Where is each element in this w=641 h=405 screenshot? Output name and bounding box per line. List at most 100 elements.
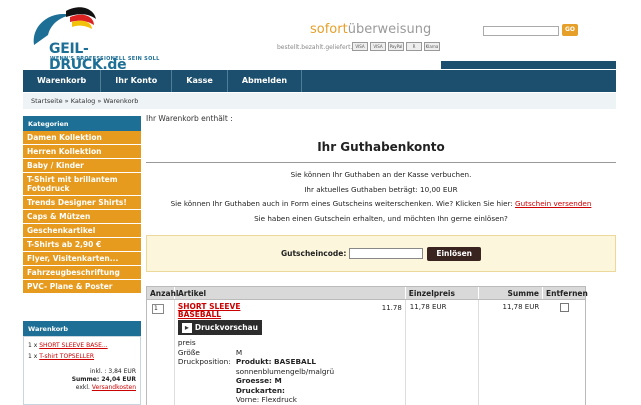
sidebar-item-flyer[interactable]: Flyer, Visitenkarten... — [23, 252, 141, 266]
sidebar-item-fotodruck[interactable]: T-Shirt mit brillantem Fotodruck — [23, 173, 141, 196]
qty-cell: 1 — [147, 300, 175, 405]
attribute-key — [178, 367, 236, 377]
sidebar-item-fahrzeug[interactable]: Fahrzeugbeschriftung — [23, 266, 141, 280]
breadcrumb[interactable]: Startseite » Katalog » Warenkorb — [23, 93, 616, 109]
main-content: Ihr Warenkorb enthält : Ihr Guthabenkont… — [146, 114, 616, 405]
col-artikel: Artikel — [175, 287, 406, 299]
preview-icon: ▸ — [181, 322, 192, 333]
cart-intro: Ihr Warenkorb enthält : — [146, 114, 233, 123]
cart-box: 1 x SHORT SLEEVE BASE... 1 x T-shirt TOP… — [23, 336, 141, 405]
payment-badges: VISA VISA PayPal R Klarna — [352, 42, 440, 51]
sidebar-item-geschenk[interactable]: Geschenkartikel — [23, 224, 141, 238]
inline-price: 11.78 — [381, 304, 402, 312]
voucher-form: Gutscheincode: Einlösen — [146, 235, 616, 272]
header: GEIL-DRUCK.de WENN'S PROFESSIONELL SEIN … — [0, 0, 641, 73]
sidebar-item-herren[interactable]: Herren Kollektion — [23, 145, 141, 159]
attribute-value: Produkt: BASEBALL — [235, 357, 317, 366]
quantity-input[interactable]: 1 — [152, 304, 164, 314]
nav-item-warenkorb[interactable]: Warenkorb — [23, 70, 102, 92]
attribute-value: sonnenblumengelb/malgrü — [235, 366, 335, 376]
credit-info: Sie können Ihr Guthaben an der Kasse ver… — [146, 168, 616, 226]
sidebar-item-damen[interactable]: Damen Kollektion — [23, 131, 141, 145]
sofort-tagline: bestellt.bezahlt.geliefert. — [277, 44, 353, 51]
attribute-value: Druckarten: — [235, 385, 285, 395]
attribute-value: M — [235, 347, 243, 357]
sidebar-heading: Kategorien — [23, 116, 141, 131]
voucher-label: Gutscheincode: — [280, 249, 347, 258]
cart-sum: Summe: 24,04 EUR — [71, 376, 136, 383]
col-summe: Summe — [479, 287, 543, 299]
attribute-row: sonnenblumengelb/malgrü — [178, 367, 402, 377]
voucher-code-input[interactable] — [349, 248, 424, 259]
sidebar-item-tshirts[interactable]: T-Shirts ab 2,90 € — [23, 238, 141, 252]
sidebar-item-pvc[interactable]: PVC- Plane & Poster — [23, 280, 141, 294]
attribute-value: Vorne: Flexdruck — [235, 395, 297, 404]
sofort-logo: sofortüberweisung — [310, 22, 431, 37]
article-cell: SHORT SLEEVE BASEBALL 11.78 ▸ Druckvorsc… — [175, 300, 406, 405]
attribute-row: preis — [178, 338, 402, 348]
nav-item-kasse[interactable]: Kasse — [172, 70, 228, 92]
attribute-key — [178, 395, 236, 405]
col-einzelpreis: Einzelpreis — [406, 287, 480, 299]
attribute-row: Druckposition: Produkt: BASEBALL — [178, 357, 402, 367]
col-anzahl: Anzahl — [147, 287, 178, 299]
category-sidebar: Kategorien Damen Kollektion Herren Kolle… — [23, 116, 141, 294]
attribute-row: Groesse: M — [178, 376, 402, 386]
send-voucher-link[interactable]: Gutschein versenden — [515, 199, 591, 208]
cart-line-qty: 1 x — [28, 353, 38, 360]
sofort-logo-part: überweisung — [347, 22, 432, 37]
site-logo[interactable]: GEIL-DRUCK.de WENN'S PROFESSIONELL SEIN … — [26, 5, 161, 73]
table-header: Anzahl Artikel Einzelpreis Summe Entfern… — [147, 287, 588, 300]
attribute-row: Druckarten: — [178, 386, 402, 396]
attribute-key: Größe — [177, 347, 200, 357]
sidebar-item-trends[interactable]: Trends Designer Shirts! — [23, 196, 141, 210]
cart-incl: inkl. : 3,84 EUR — [90, 368, 136, 375]
payment-badge: VISA — [352, 42, 368, 51]
header-accent-band — [441, 61, 616, 69]
payment-badge: PayPal — [388, 42, 404, 51]
remove-checkbox[interactable] — [559, 303, 569, 312]
attribute-row: Vorne: Flexdruck — [178, 395, 402, 405]
attribute-key — [178, 376, 236, 386]
nav-item-abmelden[interactable]: Abmelden — [228, 70, 303, 92]
unit-price-cell: 11,78 EUR — [406, 300, 480, 405]
payment-badge: VISA — [370, 42, 386, 51]
gift-text: Sie können Ihr Guthaben auch in Form ein… — [170, 199, 513, 208]
nav-item-konto[interactable]: Ihr Konto — [101, 70, 173, 92]
shipping-cost-link[interactable]: Versandkosten — [92, 384, 136, 391]
col-entfernen: Entfernen — [545, 289, 588, 298]
sidebar-item-caps[interactable]: Caps & Mützen — [23, 210, 141, 224]
cart-excl: exkl. Versandkosten — [28, 384, 136, 392]
attribute-value: Groesse: M — [235, 376, 282, 385]
credit-line: Sie können Ihr Guthaben auch in Form ein… — [146, 197, 616, 212]
attribute-key: preis — [177, 338, 196, 347]
attribute-key: Druckposition: — [177, 357, 231, 366]
credit-line: Sie haben einen Gutschein erhalten, und … — [254, 213, 508, 223]
attribute-key — [178, 386, 236, 396]
sidebar-item-baby[interactable]: Baby / Kinder — [23, 159, 141, 173]
remove-cell — [543, 300, 585, 405]
cart-line: 1 x SHORT SLEEVE BASE... — [28, 342, 136, 349]
search-go-button[interactable]: GO — [562, 24, 578, 36]
attribute-row: Größe M — [178, 348, 402, 358]
product-link[interactable]: SHORT SLEEVE BASEBALL — [178, 303, 402, 319]
main-nav: Warenkorb Ihr Konto Kasse Abmelden — [23, 70, 616, 92]
cart-line-link[interactable]: SHORT SLEEVE BASE... — [39, 342, 107, 349]
sum-cell: 11,78 EUR — [502, 303, 540, 311]
page-title: Ihr Guthabenkonto — [146, 140, 616, 163]
cart-line-qty: 1 x — [28, 342, 38, 349]
search-input[interactable] — [483, 26, 559, 36]
cart-line: 1 x T-shirt TOPSELLER — [28, 353, 136, 360]
credit-line: Sie können Ihr Guthaben an der Kasse ver… — [290, 170, 472, 179]
cart-excl-prefix: exkl. — [75, 384, 90, 391]
sofort-logo-part: sofort — [310, 22, 348, 37]
cart-line-link[interactable]: T-shirt TOPSELLER — [39, 353, 94, 360]
logo-slogan: WENN'S PROFESSIONELL SEIN SOLL — [50, 56, 160, 62]
cart-box-heading: Warenkorb — [23, 321, 141, 336]
print-preview-label: Druckvorschau — [194, 323, 258, 332]
redeem-button[interactable]: Einlösen — [427, 246, 482, 261]
payment-badge: R — [406, 42, 422, 51]
print-preview-button[interactable]: ▸ Druckvorschau — [177, 320, 262, 335]
table-row: 1 SHORT SLEEVE BASEBALL 11.78 ▸ Druckvor… — [147, 300, 585, 405]
product-name-line: BASEBALL — [177, 310, 221, 319]
